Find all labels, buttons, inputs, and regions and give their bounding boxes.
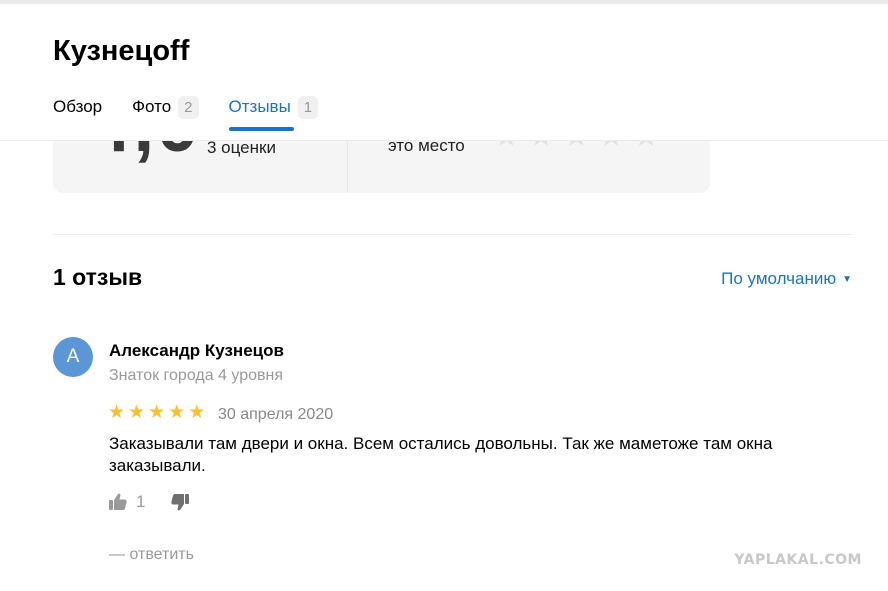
- section-divider: [53, 234, 852, 235]
- review-rating-stars: ★ ★ ★ ★ ★: [108, 403, 205, 422]
- tab-count-badge: 2: [178, 95, 199, 119]
- reply-link[interactable]: — ответить: [109, 546, 194, 564]
- rating-count: 3 оценки: [207, 138, 276, 157]
- sort-dropdown[interactable]: По умолчанию ▼: [721, 269, 852, 289]
- thumbs-up-icon: [109, 493, 127, 510]
- thumbs-down-icon: [171, 494, 189, 511]
- place-header: Кузнецoff Обзор Фото 2 Отзывы 1: [0, 4, 888, 141]
- tab-reviews[interactable]: Отзывы 1: [228, 92, 319, 131]
- tab-count-badge: 1: [297, 95, 319, 119]
- star-filled-icon: ★: [108, 402, 126, 423]
- chevron-down-icon: ▼: [842, 273, 852, 285]
- tab-label: Фото: [132, 97, 172, 116]
- like-count: 1: [136, 492, 146, 511]
- page-title: Кузнецoff: [53, 35, 190, 67]
- active-tab-indicator: [228, 127, 295, 131]
- dislike-button[interactable]: [170, 492, 190, 517]
- star-filled-icon: ★: [148, 402, 166, 423]
- star-filled-icon: ★: [128, 402, 146, 423]
- reviews-count: 1 отзыв: [53, 264, 143, 290]
- avatar[interactable]: А: [53, 337, 93, 377]
- review-text: Заказывали там двери и окна. Всем остали…: [109, 434, 773, 475]
- tab-label: Обзор: [53, 97, 103, 116]
- review-author-level: Знаток города 4 уровня: [109, 367, 284, 384]
- tabs: Обзор Фото 2 Отзывы 1: [53, 92, 348, 131]
- like-button[interactable]: 1: [108, 492, 145, 512]
- review-author[interactable]: Александр Кузнецов: [109, 341, 284, 361]
- review-date: 30 апреля 2020: [218, 406, 334, 423]
- star-filled-icon: ★: [168, 402, 186, 423]
- tab-overview[interactable]: Обзор: [53, 92, 102, 122]
- tab-label: Отзывы: [228, 97, 291, 116]
- sort-label: По умолчанию: [721, 269, 837, 288]
- tab-photos[interactable]: Фото 2: [132, 92, 199, 122]
- star-filled-icon: ★: [188, 402, 206, 423]
- watermark: YAPLAKAL.COM: [734, 552, 862, 568]
